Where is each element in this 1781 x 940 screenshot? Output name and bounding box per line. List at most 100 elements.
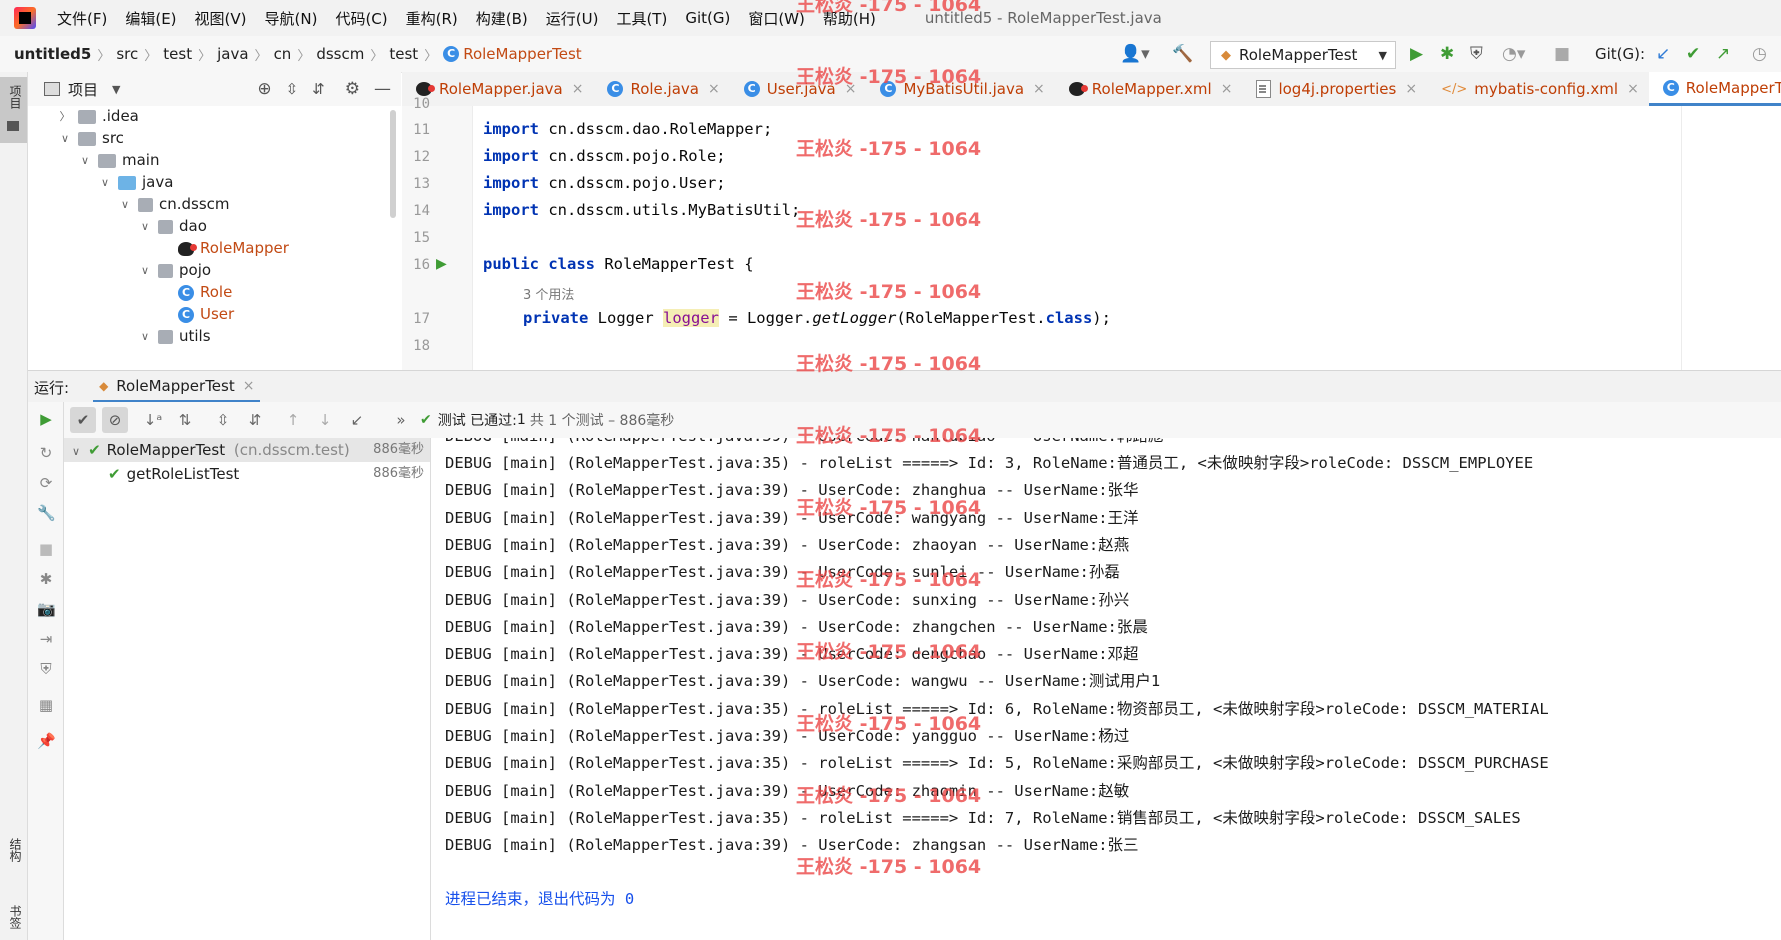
debug-icon[interactable]: ✱ xyxy=(1440,36,1454,72)
stop-icon[interactable]: ■ xyxy=(37,540,55,558)
menu-run[interactable]: 运行(U) xyxy=(537,8,608,29)
expand-all-icon[interactable]: ⇳ xyxy=(210,407,236,433)
menu-window[interactable]: 窗口(W) xyxy=(739,8,814,29)
run-configuration-select[interactable]: ◆ RoleMapperTest ▼ xyxy=(1210,41,1396,69)
close-icon[interactable]: × xyxy=(1033,81,1045,97)
rerun-icon[interactable]: ▶ xyxy=(37,410,55,428)
console-output[interactable]: DEBUG [main] (RoleMapperTest.java:39) - … xyxy=(431,438,1781,940)
close-icon[interactable]: × xyxy=(708,81,720,97)
breadcrumb-test[interactable]: test xyxy=(159,45,196,63)
chevron-down-icon[interactable]: ∨ xyxy=(118,192,132,217)
tab-log4j-properties[interactable]: log4j.properties × xyxy=(1242,72,1427,106)
run-tab[interactable]: ◆ RoleMapperTest × xyxy=(93,371,261,403)
line-number: 10 xyxy=(413,96,430,112)
breadcrumb-cn[interactable]: cn xyxy=(270,45,296,63)
menu-tools[interactable]: 工具(T) xyxy=(607,8,676,29)
tab-role-java[interactable]: C Role.java × xyxy=(593,72,729,106)
chevron-down-icon[interactable]: ∨ xyxy=(138,324,152,349)
previous-failed-icon[interactable]: ↑ xyxy=(280,407,306,433)
breadcrumb-java[interactable]: java xyxy=(213,45,252,63)
sort-alpha-icon[interactable]: ↓ᵃ xyxy=(140,407,166,433)
chevron-down-icon[interactable]: ∨ xyxy=(58,126,72,151)
rerun-failed-icon[interactable]: ↻ xyxy=(37,444,55,462)
close-icon[interactable]: × xyxy=(243,378,255,394)
breadcrumb-test-pkg[interactable]: test xyxy=(385,45,422,63)
project-tree-scrollbar[interactable] xyxy=(390,110,396,218)
debug-icon[interactable]: ✱ xyxy=(37,570,55,588)
tab-rolemapper-xml[interactable]: RoleMapper.xml × xyxy=(1055,72,1243,106)
git-commit-icon[interactable]: ✔ xyxy=(1686,36,1700,72)
breadcrumb-src[interactable]: src xyxy=(112,45,142,63)
project-tool-button[interactable]: 项目 xyxy=(0,77,27,143)
coverage-icon[interactable]: ⛨ xyxy=(37,660,55,678)
tab-rolemappertest-java[interactable]: C RoleMapperTest.ja xyxy=(1648,72,1781,106)
coverage-icon[interactable]: ⛨ xyxy=(1470,36,1483,72)
test-case-row[interactable]: ✔ getRoleListTest 886毫秒 xyxy=(64,462,430,486)
menu-code[interactable]: 代码(C) xyxy=(326,8,396,29)
menu-refactor[interactable]: 重构(R) xyxy=(397,8,467,29)
close-icon[interactable]: × xyxy=(1405,81,1417,97)
code-editor[interactable]: import cn.dsscm.dao.RoleMapper; import c… xyxy=(473,106,1681,370)
menu-file[interactable]: 文件(F) xyxy=(48,8,116,29)
tab-mybatis-config-xml[interactable]: </> mybatis-config.xml × xyxy=(1427,72,1649,106)
chevron-down-icon[interactable]: ∨ xyxy=(78,148,92,173)
console-line: DEBUG [main] (RoleMapperTest.java:35) - … xyxy=(445,754,1549,772)
camera-icon[interactable]: 📷 xyxy=(37,600,56,618)
tab-rolemapper-java[interactable]: RoleMapper.java × xyxy=(402,72,593,106)
minimize-icon[interactable]: — xyxy=(374,79,391,99)
breadcrumb-project[interactable]: untitled5 xyxy=(0,45,95,63)
chevron-down-icon[interactable]: ∨ xyxy=(98,170,112,195)
chevron-down-icon[interactable]: ▼ xyxy=(112,83,120,96)
run-icon[interactable]: ▶ xyxy=(1410,36,1423,72)
menu-view[interactable]: 视图(V) xyxy=(186,8,256,29)
pin-icon[interactable]: 📌 xyxy=(37,732,56,750)
gear-icon[interactable]: ⚙ xyxy=(345,79,360,99)
collapse-all-icon[interactable]: ⇵ xyxy=(312,80,325,98)
usage-hint[interactable]: 3 个用法 xyxy=(523,284,574,303)
next-failed-icon[interactable]: ↓ xyxy=(312,407,338,433)
menu-build[interactable]: 构建(B) xyxy=(467,8,537,29)
close-icon[interactable]: × xyxy=(1221,81,1233,97)
show-ignored-icon[interactable]: ⊘ xyxy=(102,407,128,433)
chevron-down-icon[interactable]: ∨ xyxy=(138,258,152,283)
exit-icon[interactable]: ⇥ xyxy=(37,630,55,648)
tab-user-java[interactable]: C User.java × xyxy=(730,72,867,106)
wrench-icon[interactable]: 🔧 xyxy=(37,504,56,522)
git-update-icon[interactable]: ↙ xyxy=(1656,36,1670,72)
layout-icon[interactable]: ▦ xyxy=(37,696,55,714)
breadcrumb-dsscm[interactable]: dsscm xyxy=(312,45,368,63)
close-icon[interactable]: × xyxy=(572,81,584,97)
git-history-icon[interactable]: ◷ xyxy=(1752,36,1767,72)
code-line-13: import cn.dsscm.pojo.User; xyxy=(483,174,726,192)
collapse-all-icon[interactable]: ⇵ xyxy=(242,407,268,433)
menu-edit[interactable]: 编辑(E) xyxy=(116,8,185,29)
more-icon[interactable]: » xyxy=(388,407,414,433)
close-icon[interactable]: × xyxy=(845,81,857,97)
expand-all-icon[interactable]: ⇳ xyxy=(286,80,299,98)
menu-navigate[interactable]: 导航(N) xyxy=(256,8,327,29)
chevron-down-icon[interactable]: ∨ xyxy=(138,214,152,239)
project-panel-title[interactable]: 项目 xyxy=(68,79,98,100)
build-hammer-icon[interactable]: 🔨 xyxy=(1172,36,1193,72)
user-profile-icon[interactable]: 👤▾ xyxy=(1120,36,1150,72)
breadcrumb-file[interactable]: RoleMapperTest xyxy=(459,45,585,63)
import-tests-icon[interactable]: ↙ xyxy=(344,407,370,433)
bookmarks-tool-button[interactable]: 书签 xyxy=(7,905,24,929)
locate-icon[interactable]: ⊕ xyxy=(257,79,271,99)
git-push-icon[interactable]: ↗ xyxy=(1716,36,1730,72)
show-passed-icon[interactable]: ✔ xyxy=(70,407,96,433)
toggle-auto-test-icon[interactable]: ⟳ xyxy=(37,474,55,492)
chevron-down-icon[interactable]: ∨ xyxy=(72,445,80,458)
sort-duration-icon[interactable]: ⇅ xyxy=(172,407,198,433)
menu-git[interactable]: Git(G) xyxy=(676,9,739,27)
menu-help[interactable]: 帮助(H) xyxy=(814,8,885,29)
close-icon[interactable]: × xyxy=(1627,81,1639,97)
run-test-gutter-icon[interactable]: ▶ xyxy=(436,256,447,272)
tree-item-utils[interactable]: ∨ utils xyxy=(138,324,211,349)
stop-icon[interactable]: ■ xyxy=(1554,36,1570,72)
profile-icon[interactable]: ◔▾ xyxy=(1502,36,1525,72)
tab-mybatisutil-java[interactable]: C MyBatisUtil.java × xyxy=(866,72,1054,106)
structure-tool-button[interactable]: 结构 xyxy=(7,838,24,862)
editor-gutter[interactable]: 10 11 12 13 14 15 16 ▶ 17 18 xyxy=(402,96,473,370)
test-suite-row[interactable]: ∨ ✔ RoleMapperTest (cn.dsscm.test) 886毫秒 xyxy=(64,438,430,462)
